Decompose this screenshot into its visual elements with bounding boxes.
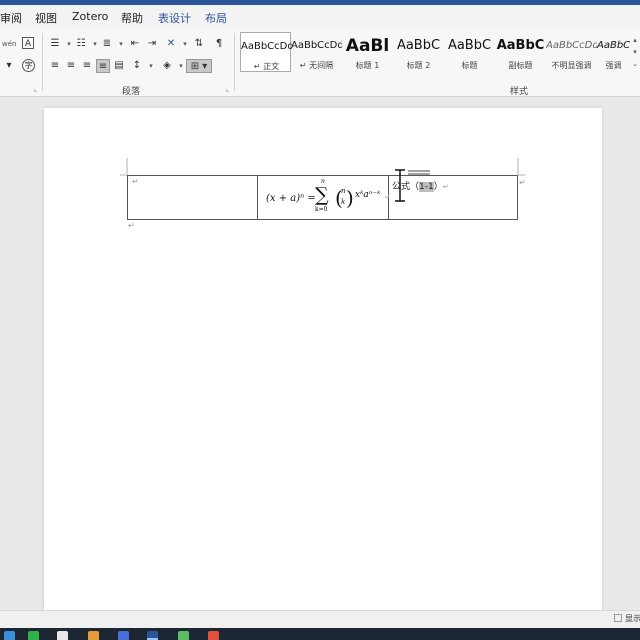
sort-icon[interactable]: ⇅ <box>192 37 206 51</box>
sum-lower-limit: k=0 <box>315 206 328 213</box>
font-color-dropdown-icon[interactable]: ▾ <box>2 59 16 73</box>
multilevel-list-icon[interactable]: ≣ <box>100 37 114 51</box>
style-sample: AaBbCcDd <box>241 41 292 52</box>
tab-table-design[interactable]: 表设计 <box>158 10 191 26</box>
style-sample: AaBbC <box>496 38 545 53</box>
style-heading-1[interactable]: AaBl 标题 1 <box>342 32 393 72</box>
style-name: ↵ 无间隔 <box>299 61 334 70</box>
style-heading-2[interactable]: AaBbC 标题 2 <box>393 32 444 72</box>
borders-icon[interactable]: ⊞ ▾ <box>186 59 212 73</box>
group-separator <box>42 33 43 91</box>
style-name: 不明显强调 <box>551 61 592 70</box>
style-name: 副标题 <box>508 61 533 70</box>
shading-icon[interactable]: ◈ <box>160 59 174 73</box>
table-column-border <box>257 176 258 219</box>
decrease-indent-icon[interactable]: ⇤ <box>128 37 142 51</box>
style-sample: AaBl <box>345 36 390 56</box>
show-marks-icon[interactable]: ¶ <box>212 37 226 51</box>
binom-bottom: k <box>341 198 346 206</box>
cell-end-mark: ↵ <box>132 177 139 186</box>
align-right-icon[interactable]: ≡ <box>80 59 94 73</box>
distributed-icon[interactable]: ▤ <box>112 59 126 73</box>
style-sample: AaBbCcDd <box>546 40 597 51</box>
style-name: ↵ 正文 <box>253 62 280 71</box>
formula-table[interactable]: ↵ (x + a)ⁿ = n ∑ k=0 ( n k ) xᵏaⁿ⁻ᵏ ↵ 公式… <box>127 169 518 220</box>
style-name: 标题 <box>461 61 478 70</box>
paragraph-mark: ↵ <box>128 221 135 230</box>
align-left-icon[interactable]: ≡ <box>48 59 62 73</box>
tab-review[interactable]: 审阅 <box>0 10 22 26</box>
tab-zotero[interactable]: Zotero <box>72 10 108 23</box>
gallery-up-icon[interactable]: ▴ <box>630 33 640 45</box>
line-spacing-icon[interactable]: ↕ <box>130 59 144 73</box>
chinese-layout-dropdown-icon[interactable]: ▾ <box>178 37 192 51</box>
status-bar: 显示 <box>0 610 640 628</box>
numbering-icon[interactable]: ☷ <box>74 37 88 51</box>
caption-number: 1-1 <box>419 182 434 192</box>
sum-sign: ∑ <box>315 184 329 206</box>
paragraph-dialog-launcher-icon[interactable]: ⌞ <box>226 85 229 93</box>
font-dialog-launcher-icon[interactable]: ⌞ <box>34 85 37 93</box>
multilevel-dropdown-icon[interactable]: ▾ <box>114 37 128 51</box>
paragraph-mark: ↵ <box>384 193 390 201</box>
style-subtle-emphasis[interactable]: AaBbCcDd 不明显强调 <box>546 32 597 72</box>
enclose-character-button[interactable]: 字 <box>22 59 35 72</box>
style-normal[interactable]: AaBbCcDd ↵ 正文 <box>240 32 292 72</box>
style-sample: AaBbC <box>447 38 492 53</box>
taskbar-photos-icon[interactable] <box>88 631 99 640</box>
chinese-layout-icon[interactable]: ✕ <box>164 37 178 51</box>
tab-help[interactable]: 帮助 <box>121 10 143 26</box>
formula-term: xᵏaⁿ⁻ᵏ <box>355 190 381 200</box>
display-settings-icon[interactable] <box>614 614 622 622</box>
group-separator <box>234 33 235 91</box>
taskbar-word-icon[interactable] <box>147 631 158 640</box>
style-emphasis[interactable]: AaBbCcDd 强调 <box>597 32 630 72</box>
gallery-down-icon[interactable]: ▾ <box>630 45 640 57</box>
character-border-button[interactable]: A <box>22 37 34 49</box>
justify-icon[interactable]: ≡ <box>96 59 110 73</box>
style-sample: AaBbCcDd <box>597 40 630 51</box>
binomial-formula[interactable]: (x + a)ⁿ = n ∑ k=0 ( n k ) xᵏaⁿ⁻ᵏ ↵ <box>266 178 394 217</box>
taskbar-wechat-icon[interactable] <box>28 631 39 640</box>
field-bracket-icon <box>408 170 430 175</box>
ribbon: wén A ▾ 字 ⌞ ☰ ▾ ☷ ▾ ≣ ▾ ⇤ ⇥ ✕ ▾ ⇅ ¶ ≡ ≡ … <box>0 29 640 97</box>
paragraph-group-label: 段落 <box>122 87 141 97</box>
style-sample: AaBbCcDd <box>291 40 342 51</box>
caption-suffix: ） <box>433 182 443 192</box>
ribbon-tab-bar: 审阅 视图 Zotero 帮助 表设计 布局 <box>0 5 640 29</box>
styles-group-label: 样式 <box>510 87 529 97</box>
text-cursor-icon <box>395 169 405 202</box>
taskbar-app-icon[interactable] <box>208 631 219 640</box>
style-name: 强调 <box>605 61 622 70</box>
bullets-icon[interactable]: ☰ <box>48 37 62 51</box>
phonetic-guide-button[interactable]: wén <box>2 37 16 51</box>
gallery-more-icon[interactable]: ⌄ <box>630 57 640 69</box>
tab-layout[interactable]: 布局 <box>205 10 227 26</box>
line-spacing-dropdown-icon[interactable]: ▾ <box>144 59 158 73</box>
row-end-mark: ↵ <box>519 178 526 187</box>
taskbar <box>0 628 640 640</box>
style-gallery-scroll: ▴ ▾ ⌄ <box>630 33 640 69</box>
style-sample: AaBbC <box>396 38 441 53</box>
taskbar-app-icon[interactable] <box>178 631 189 640</box>
paragraph-mark: ↵ <box>442 183 449 191</box>
taskbar-file-icon[interactable] <box>57 631 68 640</box>
display-settings-label[interactable]: 显示 <box>625 613 640 624</box>
increase-indent-icon[interactable]: ⇥ <box>145 37 159 51</box>
style-name: 标题 2 <box>406 61 431 70</box>
style-no-spacing[interactable]: AaBbCcDd ↵ 无间隔 <box>291 32 342 72</box>
binom-close-paren: ) <box>346 186 354 210</box>
tab-view[interactable]: 视图 <box>35 10 57 26</box>
style-subtitle[interactable]: AaBbC 副标题 <box>495 32 546 72</box>
formula-lhs: (x + a)ⁿ = <box>266 193 316 204</box>
style-title[interactable]: AaBbC 标题 <box>444 32 495 72</box>
taskbar-app-icon[interactable] <box>4 631 15 640</box>
binom-top: n <box>341 187 346 195</box>
align-center-icon[interactable]: ≡ <box>64 59 78 73</box>
taskbar-app-icon[interactable] <box>118 631 129 640</box>
document-page[interactable]: ↵ (x + a)ⁿ = n ∑ k=0 ( n k ) xᵏaⁿ⁻ᵏ ↵ 公式… <box>44 108 602 610</box>
style-name: 标题 1 <box>355 61 380 70</box>
